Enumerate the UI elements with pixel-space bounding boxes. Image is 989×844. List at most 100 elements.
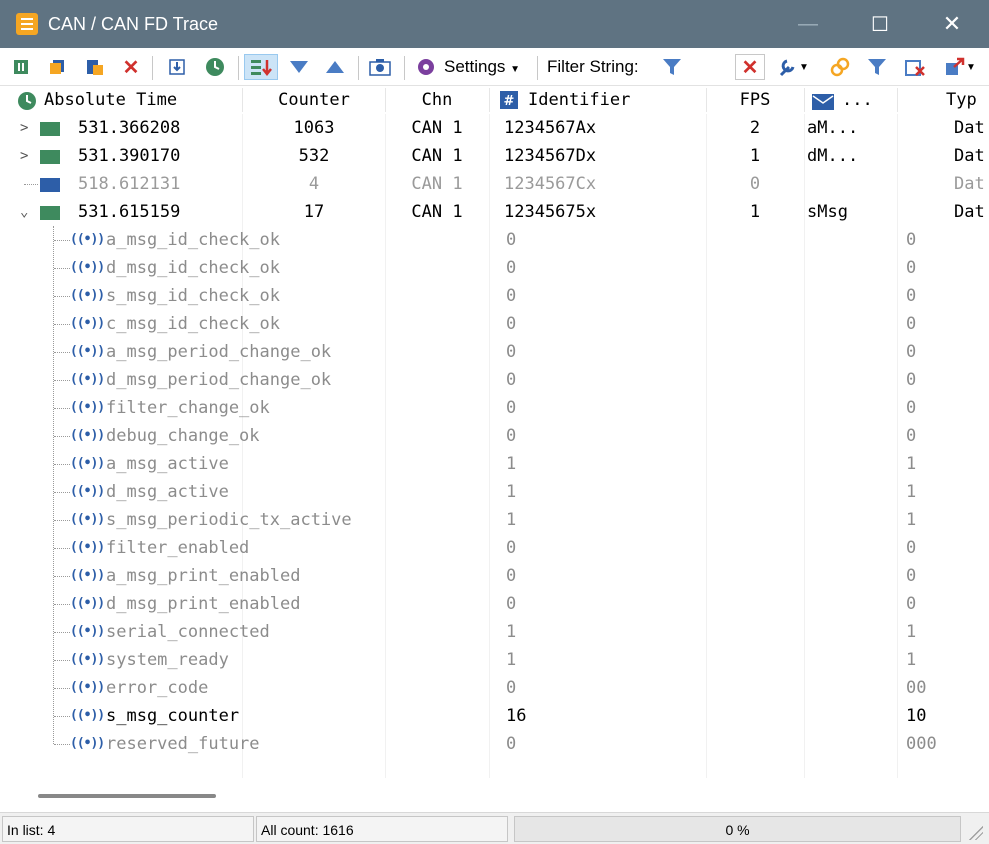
signal-raw-cell: 00 xyxy=(906,678,927,698)
column-name[interactable]: ... xyxy=(842,86,896,114)
minimize-button[interactable]: — xyxy=(782,0,834,48)
signal-value-cell: 0 xyxy=(506,426,517,446)
status-progress: 0 % xyxy=(514,816,961,842)
column-header: Absolute Time Counter Chn # Identifier F… xyxy=(0,86,989,114)
time-cell: 531.390170 xyxy=(78,146,181,166)
chn-cell: CAN 1 xyxy=(411,118,463,138)
funnel-icon[interactable] xyxy=(864,54,890,80)
signal-name-cell: s_msg_counter xyxy=(106,706,240,726)
filter-up-icon[interactable] xyxy=(322,54,348,80)
envelope-icon xyxy=(812,91,834,111)
signal-icon: ((•)) xyxy=(70,512,105,527)
gear-icon[interactable] xyxy=(414,54,438,80)
signal-row[interactable]: ((•)) d_msg_print_enabled 0 0 xyxy=(6,590,988,618)
save-trace-icon[interactable] xyxy=(164,54,190,80)
time-cell: 531.615159 xyxy=(78,202,181,222)
wrench-icon[interactable]: ▼ xyxy=(775,54,811,80)
type-cell: Dat xyxy=(954,118,985,138)
signal-name-cell: a_msg_print_enabled xyxy=(106,566,301,586)
type-cell: Dat xyxy=(954,202,985,222)
signal-row[interactable]: ((•)) s_msg_counter 16 10 xyxy=(6,702,988,730)
signal-name-cell: a_msg_id_check_ok xyxy=(106,230,280,250)
signal-raw-cell: 1 xyxy=(906,510,917,530)
message-envelope-icon xyxy=(40,178,60,192)
filter-remove-icon[interactable] xyxy=(902,54,928,80)
column-chn[interactable]: Chn xyxy=(386,86,488,114)
identifier-cell: 1234567Ax xyxy=(504,118,597,138)
column-type[interactable]: Typ xyxy=(946,86,989,114)
signal-raw-cell: 1 xyxy=(906,650,917,670)
signal-row[interactable]: ((•)) a_msg_id_check_ok 0 0 xyxy=(6,226,988,254)
column-absolute-time[interactable]: Absolute Time xyxy=(44,86,240,114)
close-button[interactable]: ✕ xyxy=(926,0,978,48)
chevron-right-icon[interactable]: > xyxy=(20,114,28,142)
signal-name-cell: debug_change_ok xyxy=(106,426,260,446)
signal-row[interactable]: ((•)) d_msg_id_check_ok 0 0 xyxy=(6,254,988,282)
signal-value-cell: 1 xyxy=(506,650,517,670)
time-cell: 531.366208 xyxy=(78,118,181,138)
scrollbar-thumb[interactable] xyxy=(38,794,216,798)
signal-row[interactable]: ((•)) reserved_future 0 000 xyxy=(6,730,988,758)
signal-value-cell: 0 xyxy=(506,398,517,418)
status-in-list: In list: 4 xyxy=(2,816,254,842)
resize-grip[interactable] xyxy=(969,826,983,840)
horizontal-scrollbar[interactable] xyxy=(0,778,989,812)
type-cell: Dat xyxy=(954,146,985,166)
hash-icon: # xyxy=(500,90,520,110)
signal-row[interactable]: ((•)) s_msg_id_check_ok 0 0 xyxy=(6,282,988,310)
signal-row[interactable]: ((•)) serial_connected 1 1 xyxy=(6,618,988,646)
fps-cell: 0 xyxy=(749,174,761,194)
signal-raw-cell: 0 xyxy=(906,258,917,278)
funnel-icon[interactable] xyxy=(660,54,684,80)
signal-row[interactable]: ((•)) d_msg_active 1 1 xyxy=(6,478,988,506)
camera-icon[interactable] xyxy=(366,54,394,80)
pause-icon[interactable] xyxy=(8,54,34,80)
column-fps[interactable]: FPS xyxy=(707,86,803,114)
signal-row[interactable]: ((•)) a_msg_active 1 1 xyxy=(6,450,988,478)
chn-cell: CAN 1 xyxy=(411,146,463,166)
signal-value-cell: 0 xyxy=(506,286,517,306)
filter-down-icon[interactable] xyxy=(286,54,312,80)
sort-icon[interactable] xyxy=(244,54,278,80)
svg-text:#: # xyxy=(504,94,515,109)
signal-row[interactable]: ((•)) system_ready 1 1 xyxy=(6,646,988,674)
link-icon[interactable] xyxy=(827,54,853,80)
title-bar: CAN / CAN FD Trace — ☐ ✕ xyxy=(0,0,989,48)
signal-name-cell: filter_enabled xyxy=(106,538,250,558)
export-icon[interactable]: ▼ xyxy=(940,54,980,80)
signal-value-cell: 1 xyxy=(506,622,517,642)
signal-row[interactable]: ((•)) a_msg_period_change_ok 0 0 xyxy=(6,338,988,366)
trace-grid[interactable]: >531.366208 1063 CAN 1 1234567Ax 2 aM... Dat >5… xyxy=(6,114,988,778)
clear-filter-icon[interactable]: ✕ xyxy=(735,54,765,80)
copy-icon[interactable] xyxy=(44,54,70,80)
maximize-button[interactable]: ☐ xyxy=(854,0,906,48)
signal-raw-cell: 0 xyxy=(906,426,917,446)
fps-cell: 1 xyxy=(749,146,761,166)
signal-row[interactable]: ((•)) d_msg_period_change_ok 0 0 xyxy=(6,366,988,394)
chevron-right-icon[interactable]: > xyxy=(20,142,28,170)
clipboard-icon[interactable] xyxy=(82,54,108,80)
delete-icon[interactable]: ✕ xyxy=(118,54,144,80)
signal-row[interactable]: ((•)) filter_change_ok 0 0 xyxy=(6,394,988,422)
column-identifier[interactable]: Identifier xyxy=(528,86,706,114)
counter-cell: 532 xyxy=(298,146,330,166)
signal-row[interactable]: ((•)) c_msg_id_check_ok 0 0 xyxy=(6,310,988,338)
signal-row[interactable]: ((•)) a_msg_print_enabled 0 0 xyxy=(6,562,988,590)
signal-row[interactable]: ((•)) error_code 0 00 xyxy=(6,674,988,702)
clock-icon[interactable] xyxy=(202,54,228,80)
message-row[interactable]: >531.366208 1063 CAN 1 1234567Ax 2 aM... Dat xyxy=(6,114,988,142)
message-row[interactable]: >531.390170 532 CAN 1 1234567Dx 1 dM... Dat xyxy=(6,142,988,170)
signal-icon: ((•)) xyxy=(70,372,105,387)
message-row[interactable]: 518.612131 4 CAN 1 1234567Cx 0 Dat xyxy=(6,170,988,198)
identifier-cell: 12345675x xyxy=(504,202,597,222)
signal-value-cell: 0 xyxy=(506,258,517,278)
message-row[interactable]: ⌄ 531.615159 17 CAN 1 12345675x 1 sMsg Dat xyxy=(6,198,988,226)
chevron-down-icon[interactable]: ⌄ xyxy=(20,198,28,226)
signal-row[interactable]: ((•)) s_msg_periodic_tx_active 1 1 xyxy=(6,506,988,534)
signal-icon: ((•)) xyxy=(70,344,105,359)
settings-menu[interactable]: Settings ▼ xyxy=(444,56,520,81)
column-counter[interactable]: Counter xyxy=(244,86,384,114)
time-cell: 518.612131 xyxy=(78,174,181,194)
signal-row[interactable]: ((•)) debug_change_ok 0 0 xyxy=(6,422,988,450)
signal-row[interactable]: ((•)) filter_enabled 0 0 xyxy=(6,534,988,562)
